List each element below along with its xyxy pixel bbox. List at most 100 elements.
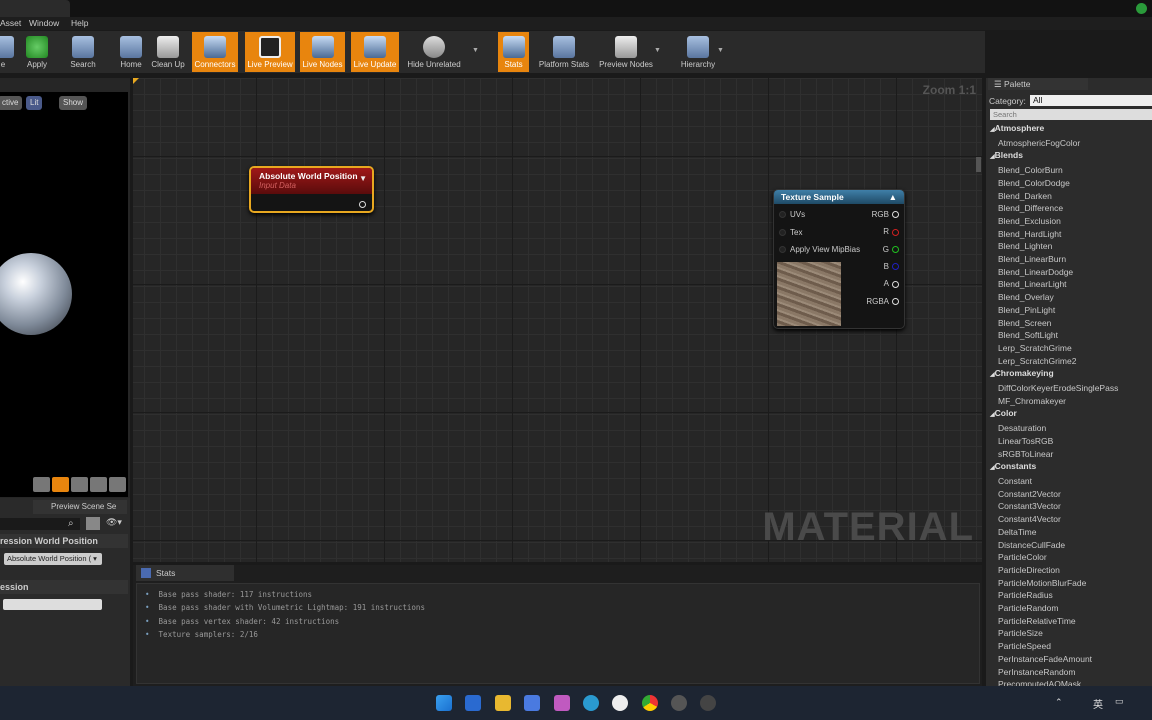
output-pin[interactable]: [359, 201, 366, 208]
input-pin[interactable]: UVs: [779, 210, 805, 219]
collapse-arrow-icon[interactable]: ▲: [889, 192, 897, 202]
sphere-mesh-icon[interactable]: [52, 477, 69, 492]
editor-tab[interactable]: [0, 0, 70, 17]
preview-scene-tab[interactable]: Preview Scene Se: [33, 500, 127, 514]
hierarchy-button[interactable]: Hierarchy: [678, 32, 718, 72]
palette-category[interactable]: ◢Constants: [990, 460, 1152, 475]
palette-item[interactable]: PerInstanceRandom: [990, 666, 1152, 679]
palette-item[interactable]: Blend_Lighten: [990, 240, 1152, 253]
palette-item[interactable]: ParticleDirection: [990, 564, 1152, 577]
platform-stats-button[interactable]: Platform Stats: [536, 32, 592, 72]
material-graph[interactable]: Zoom 1:1 MATERIAL Absolute World Positio…: [133, 78, 982, 562]
palette-item[interactable]: ParticleRandom: [990, 602, 1152, 615]
palette-item[interactable]: Blend_Exclusion: [990, 215, 1152, 228]
texture-sample-node[interactable]: Texture Sample ▲ UVs Tex Apply View MipBias…: [773, 189, 905, 329]
palette-item[interactable]: Blend_Overlay: [990, 291, 1152, 304]
file-explorer-icon[interactable]: [495, 695, 511, 711]
palette-category[interactable]: ◢Atmosphere: [990, 122, 1152, 137]
absolute-world-position-node[interactable]: Absolute World Position Input Data ▼: [249, 166, 374, 213]
output-pin[interactable]: R: [883, 227, 899, 236]
stats-button[interactable]: Stats: [498, 32, 529, 72]
app-icon[interactable]: [465, 695, 481, 711]
world-position-type-dropdown[interactable]: Absolute World Position ( ▾: [4, 553, 102, 565]
output-pin-dot[interactable]: [892, 263, 899, 271]
palette-item[interactable]: AtmosphericFogColor: [990, 137, 1152, 150]
output-pin[interactable]: A: [884, 279, 899, 288]
description-input[interactable]: [3, 599, 102, 610]
palette-item[interactable]: ParticleSize: [990, 627, 1152, 640]
network-icon[interactable]: ▭: [1115, 696, 1124, 707]
live-nodes-button[interactable]: Live Nodes: [300, 32, 345, 72]
grid-view-icon[interactable]: [86, 517, 100, 530]
cylinder-mesh-icon[interactable]: [33, 477, 50, 492]
perspective-button[interactable]: ctive: [0, 96, 23, 110]
palette-item[interactable]: ParticleMotionBlurFade: [990, 577, 1152, 590]
palette-item[interactable]: Blend_ColorBurn: [990, 164, 1152, 177]
output-pin[interactable]: G: [883, 245, 899, 254]
live-preview-button[interactable]: Live Preview: [245, 32, 295, 72]
live-update-button[interactable]: Live Update: [351, 32, 399, 72]
preview-nodes-dropdown-icon[interactable]: ▼: [654, 47, 661, 54]
palette-category[interactable]: ◢Color: [990, 407, 1152, 422]
output-pin-dot[interactable]: [892, 280, 899, 288]
apply-button[interactable]: Apply: [22, 32, 52, 72]
palette-item[interactable]: ParticleRadius: [990, 589, 1152, 602]
search-app-icon[interactable]: [583, 695, 599, 711]
output-pin[interactable]: B: [884, 262, 899, 271]
media-player-icon[interactable]: [700, 695, 716, 711]
plane-mesh-icon[interactable]: [71, 477, 88, 492]
palette-item[interactable]: PerInstanceFadeAmount: [990, 653, 1152, 666]
save-button[interactable]: e: [0, 32, 18, 72]
palette-item[interactable]: Blend_HardLight: [990, 228, 1152, 241]
stats-tab[interactable]: Stats: [136, 565, 234, 581]
palette-item[interactable]: Constant: [990, 475, 1152, 488]
lit-button[interactable]: Lit: [26, 96, 43, 110]
custom-mesh-icon[interactable]: [109, 477, 126, 492]
palette-item[interactable]: Blend_PinLight: [990, 304, 1152, 317]
chrome-icon[interactable]: [642, 695, 658, 711]
eye-visibility-icon[interactable]: 👁▾: [106, 517, 122, 528]
cube-mesh-icon[interactable]: [90, 477, 107, 492]
unreal-engine-icon[interactable]: [612, 695, 628, 711]
app-icon[interactable]: [554, 695, 570, 711]
start-icon[interactable]: [436, 695, 452, 711]
palette-item[interactable]: Blend_Difference: [990, 202, 1152, 215]
menu-asset[interactable]: Asset: [0, 18, 21, 28]
input-pin[interactable]: Apply View MipBias: [779, 245, 860, 254]
palette-category[interactable]: ◢Chromakeying: [990, 367, 1152, 382]
clean-up-button[interactable]: Clean Up: [150, 32, 186, 72]
palette-item[interactable]: Constant3Vector: [990, 500, 1152, 513]
palette-item[interactable]: Blend_Darken: [990, 190, 1152, 203]
palette-item[interactable]: ParticleColor: [990, 551, 1152, 564]
palette-item[interactable]: Constant4Vector: [990, 513, 1152, 526]
hide-unrelated-dropdown-icon[interactable]: ▼: [472, 47, 479, 54]
tray-chevron-icon[interactable]: ⌃: [1055, 697, 1063, 708]
preview-nodes-button[interactable]: Preview Nodes: [598, 32, 654, 72]
connectors-button[interactable]: Connectors: [192, 32, 238, 72]
home-button[interactable]: Home: [116, 32, 146, 72]
palette-tab[interactable]: ☰ Palette: [988, 78, 1088, 90]
output-pin[interactable]: RGB: [872, 210, 899, 219]
palette-item[interactable]: sRGBToLinear: [990, 448, 1152, 461]
palette-item[interactable]: DistanceCullFade: [990, 539, 1152, 552]
graph-scrollbar[interactable]: [976, 157, 981, 172]
output-pin-dot[interactable]: [892, 228, 899, 236]
input-pin-dot[interactable]: [779, 246, 786, 254]
input-pin-dot[interactable]: [779, 211, 786, 219]
menu-window[interactable]: Window: [29, 18, 59, 28]
output-pin[interactable]: RGBA: [866, 297, 899, 306]
palette-search-input[interactable]: [990, 109, 1152, 120]
palette-item[interactable]: Blend_Screen: [990, 317, 1152, 330]
output-pin-dot[interactable]: [892, 245, 899, 253]
palette-item[interactable]: MF_Chromakeyer: [990, 395, 1152, 408]
input-pin-dot[interactable]: [779, 228, 786, 236]
output-pin-dot[interactable]: [892, 297, 899, 305]
palette-item[interactable]: Blend_ColorDodge: [990, 177, 1152, 190]
category-select[interactable]: All: [1030, 95, 1152, 106]
app-icon[interactable]: [671, 695, 687, 711]
palette-item[interactable]: LinearTosRGB: [990, 435, 1152, 448]
menu-help[interactable]: Help: [71, 18, 88, 28]
palette-item[interactable]: Blend_LinearDodge: [990, 266, 1152, 279]
hierarchy-dropdown-icon[interactable]: ▼: [717, 47, 724, 54]
palette-item[interactable]: Blend_SoftLight: [990, 329, 1152, 342]
